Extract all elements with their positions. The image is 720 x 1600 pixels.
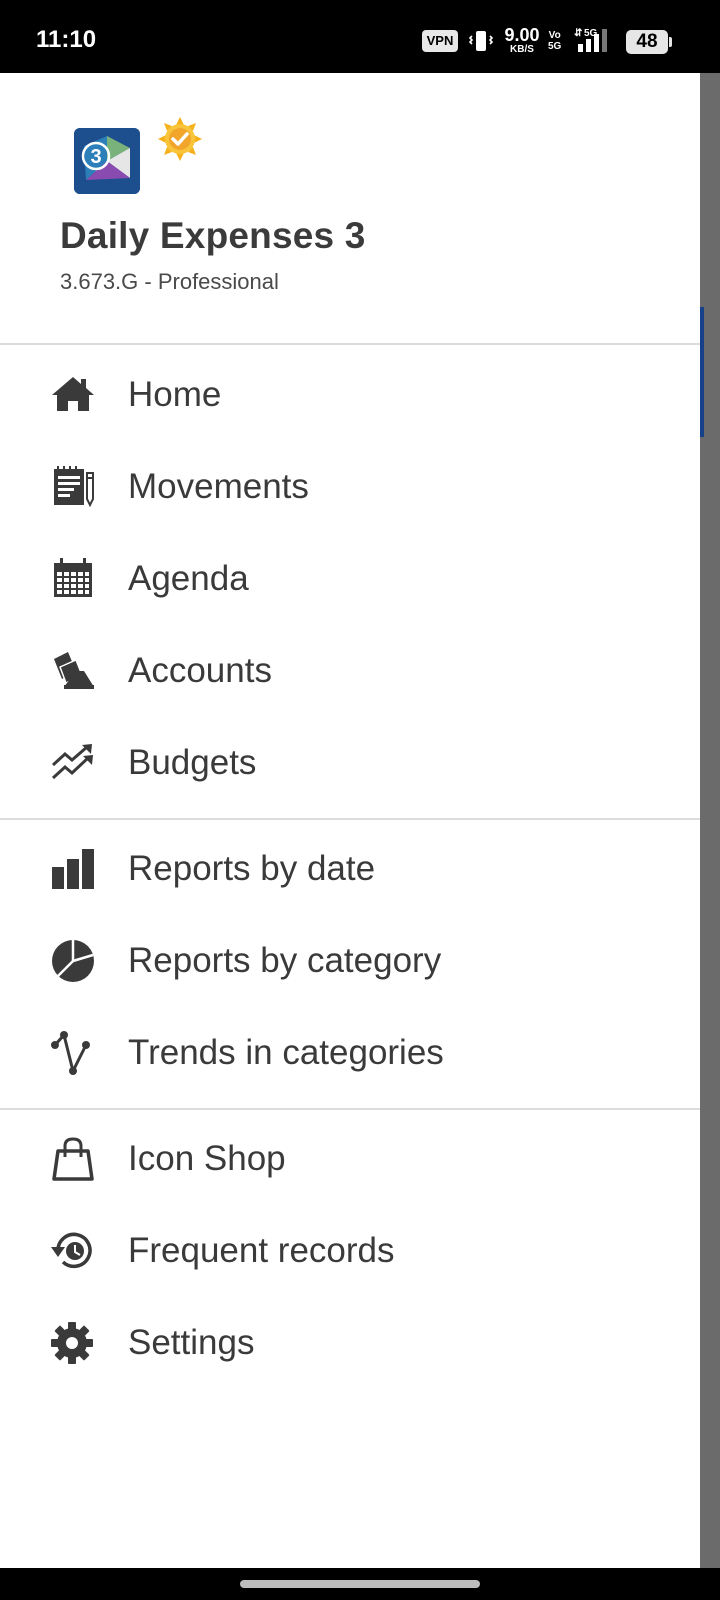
- svg-text:⇵: ⇵: [574, 28, 583, 39]
- divider: [0, 1108, 700, 1110]
- status-time: 11:10: [36, 26, 97, 53]
- network-speed-unit: KB/S: [510, 44, 534, 55]
- app-version: 3.673.G - Professional: [60, 269, 279, 294]
- network-speed-value: 9.00: [504, 25, 540, 45]
- bar-chart-icon: [50, 847, 96, 891]
- signal-icon: ⇵ 5G: [572, 26, 618, 58]
- menu-item-budgets[interactable]: Budgets: [0, 717, 700, 809]
- app-logo-digit: 3: [90, 146, 101, 168]
- status-bar: 11:10 VPN 9.00 KB/S Vo 5G ⇵ 5G 48: [0, 0, 720, 73]
- menu-label-frequent-records: Frequent records: [128, 1231, 395, 1270]
- menu-item-agenda[interactable]: Agenda: [0, 533, 700, 625]
- menu-item-movements[interactable]: Movements: [0, 441, 700, 533]
- drawer-scrim[interactable]: [700, 73, 720, 1568]
- app-logo-icon: 3: [74, 128, 140, 194]
- home-gesture-handle[interactable]: [240, 1580, 480, 1588]
- volte-bottom: 5G: [548, 41, 562, 52]
- notepad-icon: [50, 465, 96, 509]
- menu-label-trends-in-categories: Trends in categories: [128, 1033, 444, 1072]
- menu-label-accounts: Accounts: [128, 651, 272, 690]
- menu-item-settings[interactable]: Settings: [0, 1297, 700, 1389]
- system-nav-bar: [0, 1568, 720, 1600]
- divider: [0, 343, 700, 345]
- menu-item-icon-shop[interactable]: Icon Shop: [0, 1113, 700, 1205]
- navigation-drawer: 3 Daily Expenses 3 3.673.G - Professiona…: [0, 73, 700, 1568]
- vibrate-icon: [468, 29, 494, 57]
- trend-graph-icon: [50, 1031, 96, 1076]
- divider: [0, 818, 700, 820]
- app-name: Daily Expenses 3: [60, 215, 366, 256]
- pie-chart-icon: [50, 939, 96, 983]
- menu-item-accounts[interactable]: Accounts: [0, 625, 700, 717]
- menu-item-trends-in-categories[interactable]: Trends in categories: [0, 1007, 700, 1099]
- home-icon: [50, 373, 96, 417]
- menu-label-home: Home: [128, 375, 222, 414]
- menu-item-home[interactable]: Home: [0, 349, 700, 441]
- history-icon: [50, 1229, 96, 1273]
- menu-item-reports-by-date[interactable]: Reports by date: [0, 823, 700, 915]
- menu-item-reports-by-category[interactable]: Reports by category: [0, 915, 700, 1007]
- drawer-header: 3 Daily Expenses 3 3.673.G - Professiona…: [0, 73, 700, 343]
- volte-top: Vo: [548, 30, 561, 41]
- menu-label-reports-by-date: Reports by date: [128, 849, 376, 888]
- volte-indicator: Vo 5G: [548, 30, 561, 52]
- menu-label-movements: Movements: [128, 467, 309, 506]
- vpn-indicator: VPN: [422, 30, 458, 52]
- menu-label-settings: Settings: [128, 1323, 255, 1362]
- shopping-bag-icon: [50, 1137, 96, 1181]
- menu-label-reports-by-category: Reports by category: [128, 941, 442, 980]
- trend-lines-icon: [50, 741, 96, 785]
- calendar-icon: [50, 557, 96, 601]
- wallet-cards-icon: [50, 649, 96, 693]
- battery-indicator: 48: [626, 30, 672, 54]
- menu-item-frequent-records[interactable]: Frequent records: [0, 1205, 700, 1297]
- gear-icon: [50, 1321, 96, 1365]
- network-speed: 9.00 KB/S: [500, 26, 544, 55]
- menu-label-icon-shop: Icon Shop: [128, 1139, 286, 1178]
- pro-badge-icon: [156, 115, 204, 163]
- menu-label-agenda: Agenda: [128, 559, 249, 598]
- scrim-accent: [700, 307, 704, 437]
- menu-label-budgets: Budgets: [128, 743, 257, 782]
